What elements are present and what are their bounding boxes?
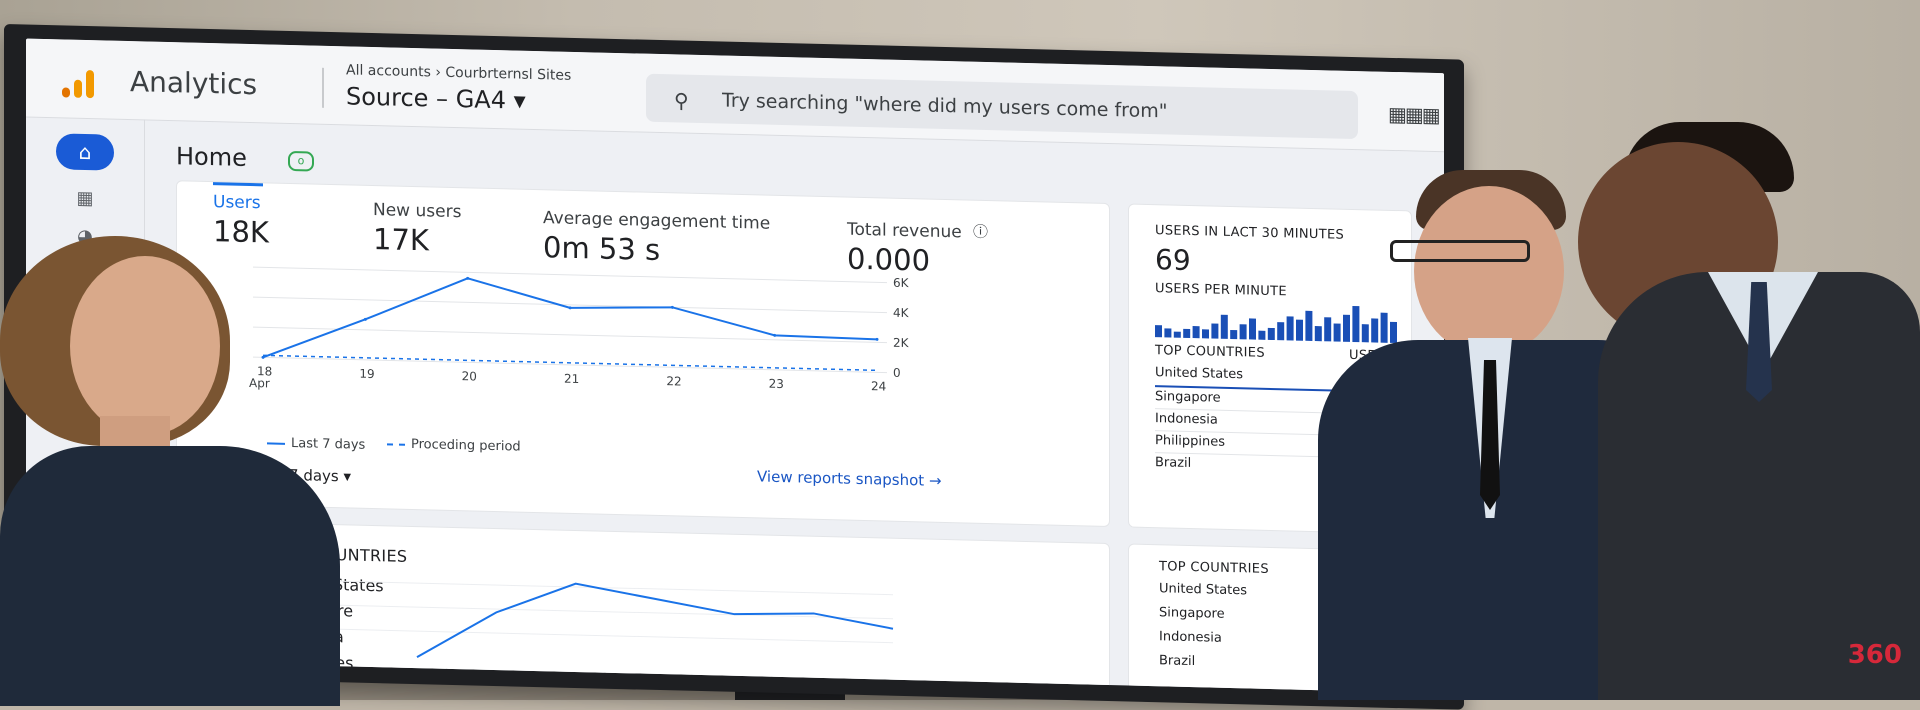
data-point [773, 333, 777, 337]
per-minute-bar [1239, 324, 1247, 340]
country-row: Brazil [1159, 653, 1196, 670]
country-row: Philippines [1155, 433, 1226, 450]
x-tick-label: 21 [602, 671, 617, 685]
x-tick-label: 22 [681, 673, 696, 687]
country-row: Singapore [1159, 605, 1225, 622]
gridline [273, 627, 893, 644]
x-tick-label: 21 [564, 372, 579, 386]
status-badge: o [288, 150, 314, 172]
per-minute-bar [1258, 330, 1266, 340]
x-tick-label: 3 [443, 667, 451, 681]
apps-grid-icon[interactable]: ▦▦▦ [1388, 102, 1439, 127]
x-tick-label: 19 [359, 367, 374, 381]
per-minute-bar [1192, 326, 1200, 339]
x-tick-label: 20 [462, 369, 477, 383]
gridline [273, 579, 893, 596]
gridline [253, 356, 887, 374]
x-tick-label: 1 [919, 678, 927, 692]
woman-in-blazer [0, 236, 340, 706]
realtime-title: USERS IN LACT 30 MINUTES [1155, 223, 1345, 243]
glasses [1390, 240, 1530, 262]
per-minute-bar [1202, 329, 1209, 339]
country-row: United States [1155, 365, 1244, 383]
data-point [670, 305, 674, 309]
data-point [568, 306, 572, 310]
per-minute-bar [1183, 328, 1191, 338]
per-minute-bar [1267, 327, 1275, 341]
country-row: Indonesia [1155, 411, 1218, 428]
gridline [273, 603, 893, 620]
face [1414, 186, 1564, 356]
per-minute-bar [1173, 331, 1181, 338]
series-line-current [262, 277, 878, 359]
per-minute-bar [1277, 322, 1285, 341]
search-bar[interactable]: ⚲ [646, 73, 1358, 140]
top-countries-header: TOP COUNTRIES [1155, 343, 1265, 361]
per-minute-bar [1164, 328, 1172, 338]
per-minute-bar [1155, 325, 1162, 338]
country-row: United States [1159, 581, 1248, 599]
per-minute-bar [1286, 316, 1294, 341]
x-tick-label: 29 [840, 676, 855, 690]
header-divider [322, 67, 324, 108]
y-tick-label: 4K [893, 306, 910, 320]
watermark-logo: 360 [1847, 640, 1902, 670]
search-input[interactable] [720, 85, 1324, 131]
reports-icon[interactable]: ▦ [72, 188, 98, 211]
country-row: Singapore [1155, 389, 1221, 406]
breadcrumb[interactable]: All accounts › Courbrternsl Sites [346, 62, 571, 84]
gridline [253, 296, 887, 314]
y-tick-label: 6K [893, 276, 910, 290]
y-tick-label: 2K [893, 336, 910, 350]
man-in-suit [1578, 122, 1920, 700]
per-minute-bar [1305, 310, 1313, 341]
x-tick-label: 24 [871, 379, 886, 393]
legend-previous-label: Proceding period [411, 436, 521, 455]
x-tick-label: 12 [522, 669, 537, 683]
face [70, 256, 220, 436]
per-minute-bar [1220, 314, 1228, 339]
blazer [0, 446, 340, 706]
gridline [253, 266, 887, 284]
country-row: Brazil [1155, 455, 1192, 472]
top-countries-title: TOP COUNTRIES [1159, 559, 1269, 577]
gridline [253, 326, 887, 344]
x-tick-label: 22 [666, 374, 681, 388]
app-header: Analytics All accounts › Courbrternsl Si… [26, 38, 1444, 153]
y-tick-label: 0 [893, 366, 901, 380]
country-row: Indonesia [1159, 629, 1222, 646]
per-minute-bar [1296, 319, 1303, 341]
per-minute-bar [1249, 318, 1256, 340]
page-title: Home [176, 142, 247, 172]
users-per-minute-title: USERS PER MINUTE [1155, 281, 1287, 300]
search-icon: ⚲ [674, 88, 689, 113]
x-tick-label: 28 [760, 674, 775, 688]
realtime-users-value: 69 [1155, 243, 1191, 278]
home-icon[interactable]: ⌂ [56, 133, 114, 171]
per-minute-bar [1230, 329, 1238, 340]
x-tick-label: 23 [769, 377, 784, 391]
per-minute-bar [1211, 323, 1219, 339]
app-name: Analytics [130, 65, 258, 102]
data-point [875, 337, 879, 341]
series-line-previous [263, 354, 877, 372]
analytics-logo-icon [62, 67, 102, 99]
property-selector[interactable]: Source – GA4 ▾ [346, 82, 526, 114]
